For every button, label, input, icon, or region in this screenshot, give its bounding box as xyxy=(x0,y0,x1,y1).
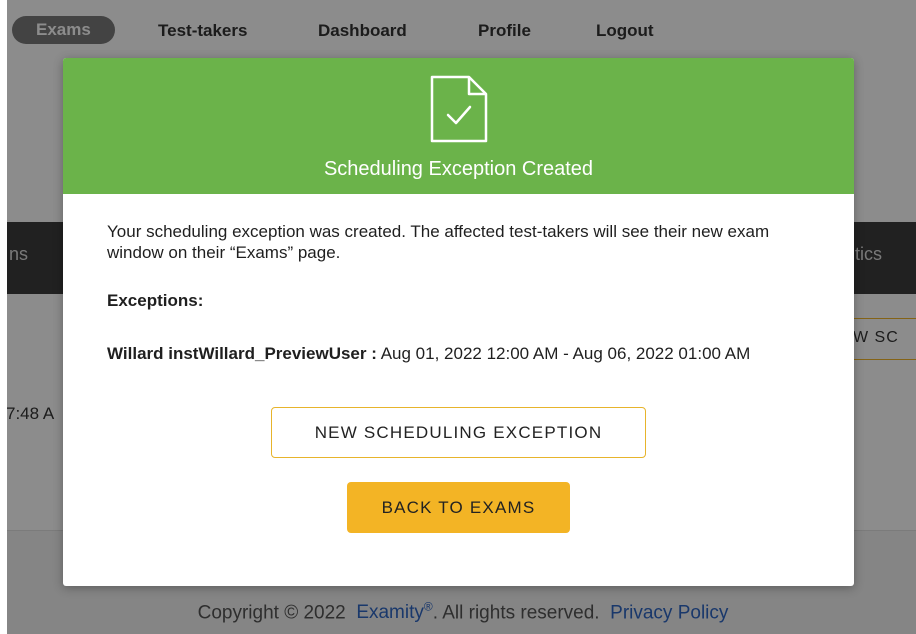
exceptions-label: Exceptions: xyxy=(107,291,204,310)
scheduling-exception-modal: Scheduling Exception Created Your schedu… xyxy=(63,58,854,586)
new-scheduling-exception-button[interactable]: NEW SCHEDULING EXCEPTION xyxy=(271,407,646,458)
modal-title: Scheduling Exception Created xyxy=(323,158,594,180)
document-check-icon xyxy=(430,75,488,143)
exception-entry: Willard instWillard_PreviewUser : Aug 01… xyxy=(107,343,817,364)
back-to-exams-button[interactable]: BACK TO EXAMS xyxy=(347,482,570,533)
exception-window: Aug 01, 2022 12:00 AM - Aug 06, 2022 01:… xyxy=(380,344,751,363)
exception-user: Willard instWillard_PreviewUser : xyxy=(107,344,377,363)
page-left-edge xyxy=(0,0,7,634)
modal-header: Scheduling Exception Created xyxy=(63,58,854,194)
modal-message: Your scheduling exception was created. T… xyxy=(107,222,770,262)
